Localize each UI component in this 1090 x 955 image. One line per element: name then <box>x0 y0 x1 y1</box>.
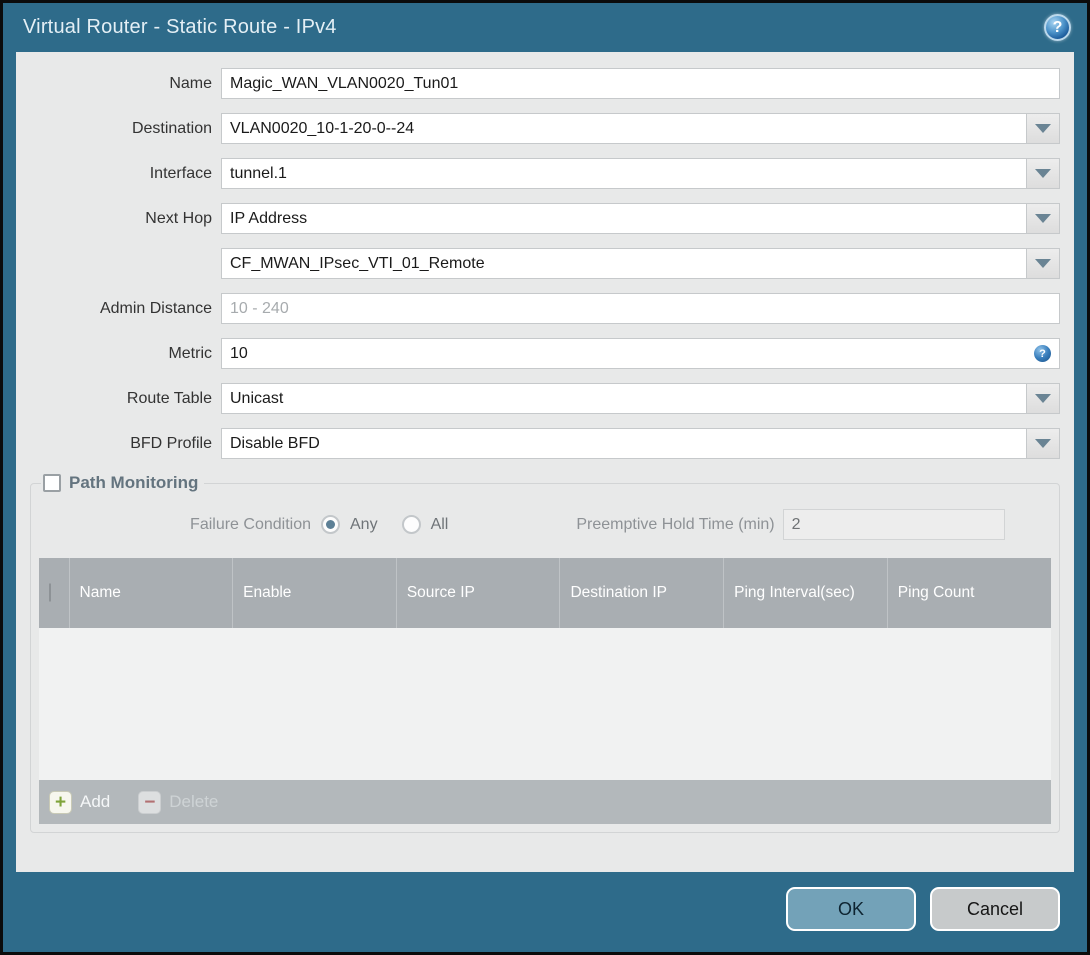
next-hop-label: Next Hop <box>145 209 212 227</box>
bfd-profile-input[interactable] <box>221 428 1027 459</box>
radio-all-label: All <box>430 515 449 533</box>
failure-condition-all-option: All <box>401 515 449 534</box>
dialog-content: Name Destination Interface Next Hop <box>16 52 1074 872</box>
preemptive-hold-time-input <box>782 509 1005 540</box>
path-monitoring-controls: Failure Condition Any All Preemptive Hol… <box>39 509 1051 540</box>
bfd-profile-dropdown-button[interactable] <box>1027 428 1060 459</box>
radio-all <box>401 515 421 534</box>
form-row-next-hop: Next Hop <box>16 203 1060 234</box>
chevron-down-icon <box>1035 124 1051 133</box>
name-label: Name <box>169 74 212 92</box>
interface-input[interactable] <box>221 158 1027 189</box>
col-header-name: Name <box>69 558 234 628</box>
static-route-dialog: Virtual Router - Static Route - IPv4 ? N… <box>0 0 1090 955</box>
metric-input[interactable] <box>221 338 1060 369</box>
delete-button: − Delete <box>138 790 219 814</box>
monitored-destinations-table: Name Enable Source IP Destination IP Pin… <box>39 558 1051 628</box>
form-row-name: Name <box>16 68 1060 99</box>
add-button-label: Add <box>80 792 111 811</box>
interface-label: Interface <box>149 164 212 182</box>
table-toolbar: + Add − Delete <box>39 780 1051 824</box>
plus-icon: + <box>49 790 72 814</box>
admin-distance-input[interactable] <box>221 293 1060 324</box>
chevron-down-icon <box>1035 214 1051 223</box>
delete-button-label: Delete <box>169 792 219 811</box>
table-select-all-header <box>39 558 70 628</box>
path-monitoring-label: Path Monitoring <box>69 473 199 492</box>
route-table-input[interactable] <box>221 383 1027 414</box>
route-table-dropdown-button[interactable] <box>1027 383 1060 414</box>
admin-distance-label: Admin Distance <box>99 299 212 317</box>
chevron-down-icon <box>1035 394 1051 403</box>
select-all-checkbox <box>49 583 51 602</box>
next-hop-address-dropdown-button[interactable] <box>1027 248 1060 279</box>
col-header-destination-ip: Destination IP <box>559 558 725 628</box>
add-button[interactable]: + Add <box>49 790 111 814</box>
form-row-interface: Interface <box>16 158 1060 189</box>
table-empty-body <box>39 628 1051 780</box>
minus-icon: − <box>138 790 162 814</box>
form-row-bfd-profile: BFD Profile <box>16 428 1060 459</box>
col-header-ping-count: Ping Count <box>887 558 1051 628</box>
col-header-source-ip: Source IP <box>396 558 561 628</box>
help-icon[interactable]: ? <box>1044 14 1071 41</box>
next-hop-type-input[interactable] <box>221 203 1027 234</box>
chevron-down-icon <box>1035 439 1051 448</box>
radio-any-label: Any <box>350 515 378 533</box>
metric-help-icon[interactable]: ? <box>1034 345 1051 362</box>
name-input[interactable] <box>221 68 1060 99</box>
cancel-button[interactable]: Cancel <box>930 887 1060 931</box>
col-header-ping-interval: Ping Interval(sec) <box>723 558 888 628</box>
radio-any <box>321 515 340 534</box>
path-monitoring-checkbox[interactable] <box>43 474 61 492</box>
form-row-admin-distance: Admin Distance <box>16 293 1060 324</box>
dialog-footer: OK Cancel <box>3 872 1087 952</box>
chevron-down-icon <box>1035 259 1051 268</box>
route-table-label: Route Table <box>126 389 212 407</box>
dialog-title: Virtual Router - Static Route - IPv4 <box>23 16 337 38</box>
next-hop-type-dropdown-button[interactable] <box>1027 203 1060 234</box>
dialog-titlebar: Virtual Router - Static Route - IPv4 ? <box>3 3 1087 52</box>
failure-condition-label: Failure Condition <box>190 515 311 533</box>
chevron-down-icon <box>1035 169 1051 178</box>
metric-label: Metric <box>168 344 212 362</box>
path-monitoring-group: Path Monitoring Failure Condition Any Al… <box>30 473 1060 833</box>
interface-dropdown-button[interactable] <box>1027 158 1060 189</box>
path-monitoring-legend: Path Monitoring <box>41 473 204 493</box>
destination-dropdown-button[interactable] <box>1027 113 1060 144</box>
ok-button[interactable]: OK <box>786 887 916 931</box>
form-row-metric: Metric ? <box>16 338 1060 369</box>
next-hop-address-input[interactable] <box>221 248 1027 279</box>
bfd-profile-label: BFD Profile <box>130 434 212 452</box>
col-header-enable: Enable <box>232 558 397 628</box>
form-row-destination: Destination <box>16 113 1060 144</box>
preemptive-hold-time-label: Preemptive Hold Time (min) <box>576 515 775 533</box>
failure-condition-any-option: Any <box>321 515 378 534</box>
form-row-next-hop-address <box>16 248 1060 279</box>
destination-input[interactable] <box>221 113 1027 144</box>
form-row-route-table: Route Table <box>16 383 1060 414</box>
destination-label: Destination <box>131 119 212 137</box>
